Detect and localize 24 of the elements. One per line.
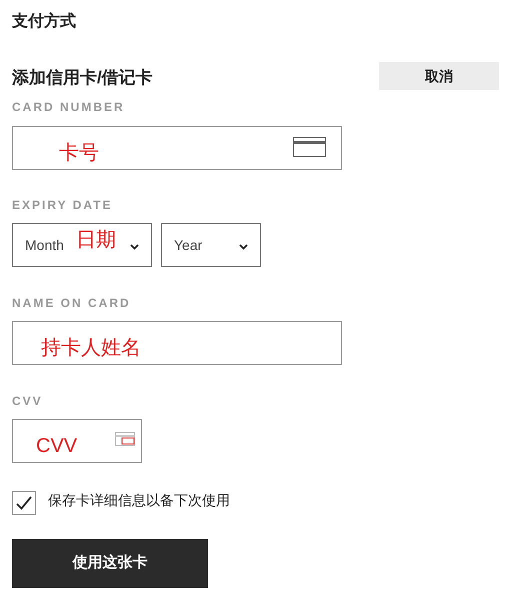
- checkmark-icon: [16, 496, 32, 510]
- save-card-label: 保存卡详细信息以备下次使用: [48, 491, 230, 510]
- save-card-checkbox[interactable]: [12, 490, 36, 514]
- cvv-field[interactable]: CVV: [12, 419, 142, 463]
- field-label: CARD NUMBER: [12, 100, 125, 114]
- card-number-field[interactable]: 卡号: [12, 126, 342, 170]
- annotation-text: 持卡人姓名: [41, 338, 141, 358]
- chevron-down-icon: [239, 244, 248, 250]
- use-card-button[interactable]: 使用这张卡: [12, 539, 208, 588]
- name-on-card-field[interactable]: 持卡人姓名: [12, 321, 342, 365]
- annotation-text: 卡号: [59, 143, 99, 163]
- field-label: NAME ON CARD: [12, 296, 131, 310]
- card-back-icon: [115, 432, 135, 446]
- month-select[interactable]: Month 日期: [12, 223, 152, 267]
- cancel-button[interactable]: 取消: [379, 62, 499, 90]
- annotation-text: CVV: [36, 436, 78, 456]
- page-title: 支付方式: [12, 11, 76, 32]
- chevron-down-icon: [130, 244, 139, 250]
- credit-card-icon: [293, 137, 326, 157]
- field-label: CVV: [12, 394, 43, 408]
- form-title: 添加信用卡/借记卡: [12, 68, 153, 88]
- year-select[interactable]: Year: [161, 223, 261, 267]
- annotation-text: 日期: [76, 230, 116, 250]
- field-label: EXPIRY DATE: [12, 198, 112, 212]
